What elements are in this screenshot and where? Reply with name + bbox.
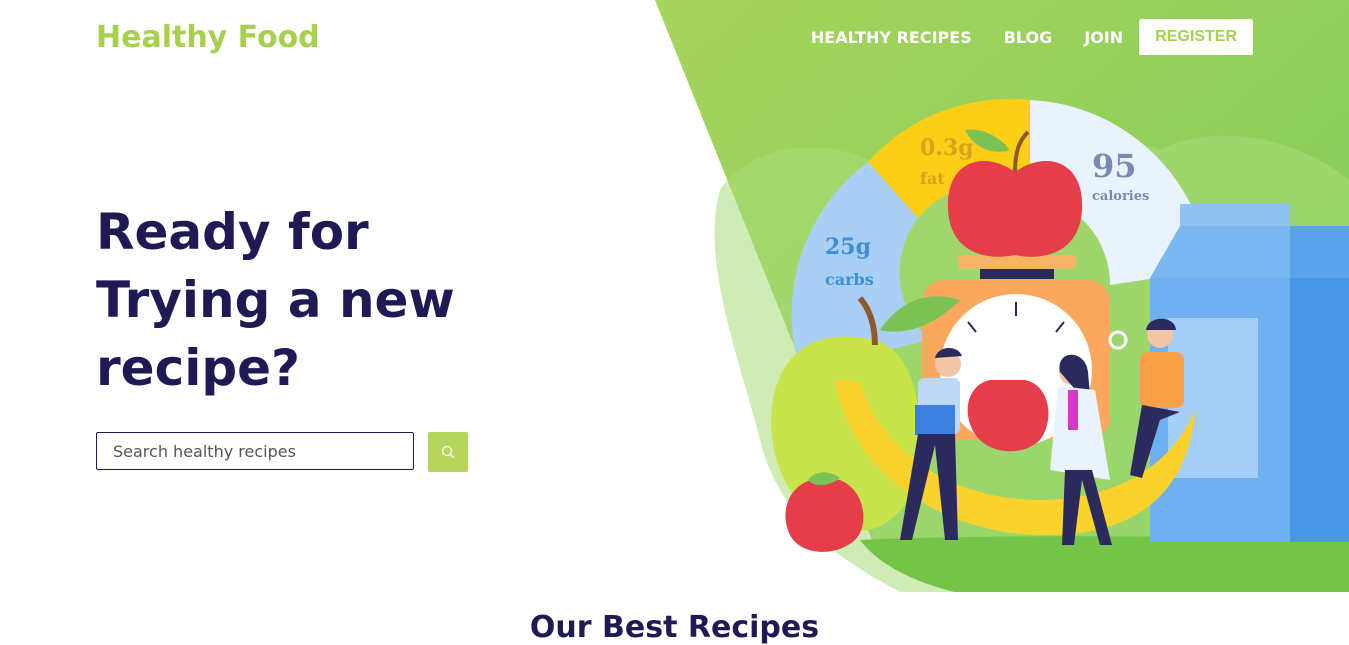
fat-value: 0.3g (920, 135, 974, 161)
search-input[interactable] (96, 432, 414, 470)
fat-label: fat (920, 169, 945, 188)
register-button[interactable]: REGISTER (1139, 19, 1253, 55)
carbs-label: carbs (825, 270, 874, 289)
calories-label: calories (1092, 189, 1149, 204)
brand-logo[interactable]: Healthy Food (96, 20, 320, 55)
nav-link-healthy-recipes[interactable]: HEALTHY RECIPES (811, 28, 972, 47)
search-icon (441, 445, 454, 458)
nav-link-blog[interactable]: BLOG (1004, 28, 1053, 47)
search-button[interactable] (428, 432, 468, 472)
center-strawberry-illustration (967, 380, 1049, 452)
hero-headline: Ready for Trying a new recipe? (96, 203, 455, 397)
nav-link-join[interactable]: JOIN (1084, 28, 1123, 47)
calories-value: 95 (1092, 147, 1137, 185)
section-title: Our Best Recipes (529, 610, 820, 645)
main-nav: HEALTHY RECIPES BLOG JOIN REGISTER (779, 19, 1253, 55)
carbs-value: 25g (825, 234, 871, 260)
